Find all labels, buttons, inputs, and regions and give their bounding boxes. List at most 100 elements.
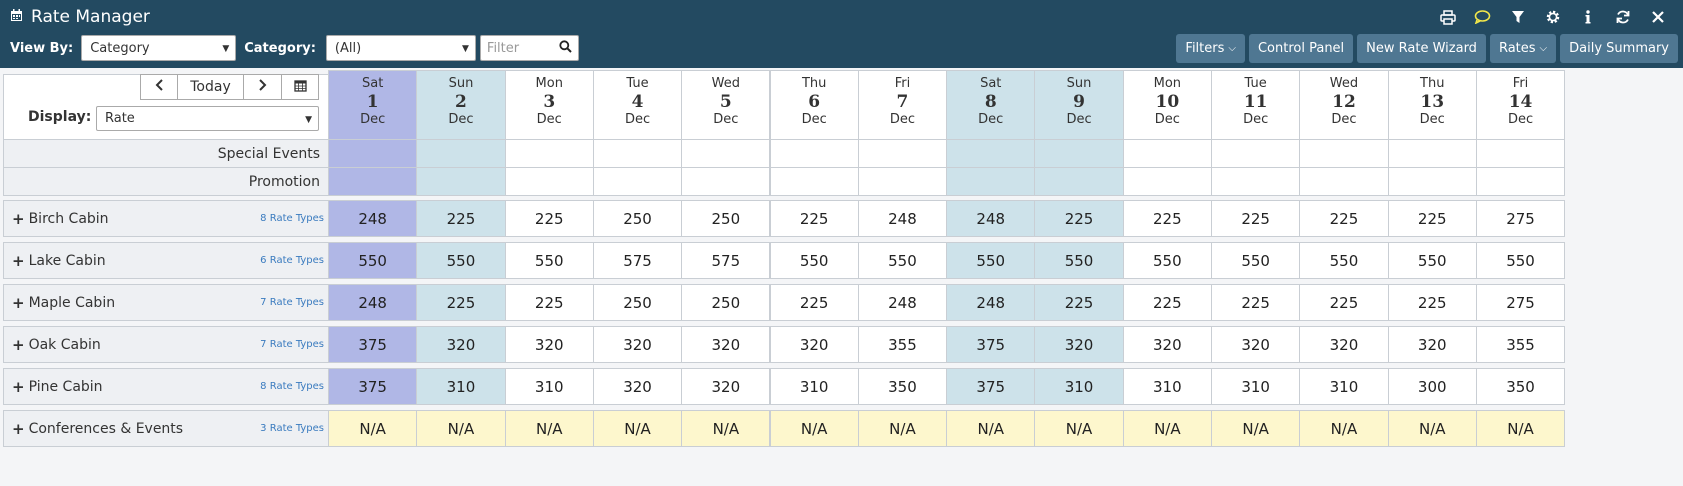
rate-cell[interactable]: 320	[1299, 326, 1389, 363]
rate-cell[interactable]: 375	[946, 326, 1036, 363]
rate-cell[interactable]: 320	[1034, 326, 1124, 363]
event-cell[interactable]	[1034, 167, 1124, 196]
filter-icon[interactable]	[1500, 5, 1535, 29]
expand-plus-icon[interactable]: +	[12, 210, 25, 228]
expand-plus-icon[interactable]: +	[12, 336, 25, 354]
rate-cell[interactable]: 310	[1034, 368, 1124, 405]
rate-cell[interactable]: 225	[504, 284, 594, 321]
rate-cell[interactable]: 550	[1034, 242, 1124, 279]
rate-cell[interactable]: 225	[1211, 200, 1301, 237]
expand-plus-icon[interactable]: +	[12, 420, 25, 438]
event-cell[interactable]	[681, 167, 771, 196]
day-header[interactable]: Thu 13 Dec	[1387, 70, 1477, 141]
rate-cell[interactable]: 225	[1299, 200, 1389, 237]
event-cell[interactable]	[504, 167, 594, 196]
rate-cell[interactable]: N/A	[857, 410, 948, 447]
rate-cell[interactable]: 550	[504, 242, 594, 279]
event-cell[interactable]	[1475, 139, 1566, 168]
event-cell[interactable]	[1387, 139, 1477, 168]
prev-button[interactable]	[140, 74, 178, 100]
rate-cell[interactable]: 250	[592, 200, 683, 237]
event-cell[interactable]	[1122, 167, 1212, 196]
rate-cell[interactable]: N/A	[592, 410, 683, 447]
rate-types-link[interactable]: 3 Rate Types	[260, 423, 324, 434]
event-cell[interactable]	[416, 167, 506, 196]
search-icon[interactable]	[559, 39, 572, 57]
rate-cell[interactable]: N/A	[504, 410, 594, 447]
day-header[interactable]: Tue 4 Dec	[592, 70, 683, 141]
rate-cell[interactable]: 248	[857, 200, 948, 237]
gear-icon[interactable]	[1535, 5, 1570, 29]
rate-cell[interactable]: 225	[1122, 284, 1212, 321]
event-cell[interactable]	[1299, 139, 1389, 168]
rate-cell[interactable]: N/A	[1211, 410, 1301, 447]
rate-cell[interactable]: 550	[946, 242, 1036, 279]
rate-row-label[interactable]: + Oak Cabin 7 Rate Types	[3, 326, 329, 363]
day-header[interactable]: Mon 3 Dec	[504, 70, 594, 141]
rate-cell[interactable]: 320	[504, 326, 594, 363]
date-picker-button[interactable]	[281, 74, 319, 100]
rate-cell[interactable]: 310	[1299, 368, 1389, 405]
rate-cell[interactable]: 225	[769, 284, 859, 321]
rates-button[interactable]: Rates ⌵	[1489, 34, 1557, 63]
rate-cell[interactable]: 310	[1211, 368, 1301, 405]
rate-cell[interactable]: 225	[1122, 200, 1212, 237]
rate-cell[interactable]: 575	[681, 242, 771, 279]
rate-types-link[interactable]: 8 Rate Types	[260, 213, 324, 224]
rate-cell[interactable]: 375	[328, 326, 418, 363]
rate-cell[interactable]: 248	[328, 200, 418, 237]
next-button[interactable]	[243, 74, 282, 100]
rate-cell[interactable]: 275	[1475, 284, 1566, 321]
chat-icon[interactable]	[1465, 5, 1500, 29]
display-select[interactable]: Rate ▼	[96, 106, 319, 131]
day-header[interactable]: Thu 6 Dec	[769, 70, 859, 141]
rate-cell[interactable]: 550	[857, 242, 948, 279]
rate-cell[interactable]: 320	[1122, 326, 1212, 363]
rate-types-link[interactable]: 7 Rate Types	[260, 339, 324, 350]
rate-cell[interactable]: 225	[769, 200, 859, 237]
rate-cell[interactable]: 355	[1475, 326, 1566, 363]
event-cell[interactable]	[1211, 167, 1301, 196]
view-by-select[interactable]: Category ▼	[81, 35, 237, 61]
rate-row-label[interactable]: + Birch Cabin 8 Rate Types	[3, 200, 329, 237]
rate-cell[interactable]: 550	[1475, 242, 1566, 279]
rate-cell[interactable]: N/A	[1475, 410, 1566, 447]
rate-cell[interactable]: N/A	[769, 410, 859, 447]
day-header[interactable]: Wed 5 Dec	[681, 70, 771, 141]
rate-cell[interactable]: 225	[1211, 284, 1301, 321]
rate-cell[interactable]: 310	[769, 368, 859, 405]
day-header[interactable]: Wed 12 Dec	[1299, 70, 1389, 141]
event-cell[interactable]	[1475, 167, 1566, 196]
rate-cell[interactable]: 225	[504, 200, 594, 237]
rate-cell[interactable]: 550	[1211, 242, 1301, 279]
rate-cell[interactable]: 248	[857, 284, 948, 321]
rate-cell[interactable]: 350	[857, 368, 948, 405]
info-icon[interactable]	[1570, 5, 1605, 29]
event-cell[interactable]	[857, 167, 948, 196]
rate-cell[interactable]: N/A	[1387, 410, 1477, 447]
rate-row-label[interactable]: + Maple Cabin 7 Rate Types	[3, 284, 329, 321]
rate-row-label[interactable]: + Lake Cabin 6 Rate Types	[3, 242, 329, 279]
rate-cell[interactable]: 225	[1034, 284, 1124, 321]
expand-plus-icon[interactable]: +	[12, 378, 25, 396]
print-icon[interactable]	[1430, 5, 1465, 29]
rate-cell[interactable]: 550	[769, 242, 859, 279]
rate-cell[interactable]: 248	[328, 284, 418, 321]
event-cell[interactable]	[857, 139, 948, 168]
filter-input[interactable]: Filter	[479, 35, 579, 61]
category-select[interactable]: (All) ▼	[325, 35, 476, 61]
rate-cell[interactable]: 225	[416, 200, 506, 237]
event-cell[interactable]	[769, 139, 859, 168]
rate-cell[interactable]: 355	[857, 326, 948, 363]
day-header[interactable]: Tue 11 Dec	[1211, 70, 1301, 141]
day-header[interactable]: Sat 8 Dec	[946, 70, 1036, 141]
event-cell[interactable]	[681, 139, 771, 168]
today-button[interactable]: Today	[177, 74, 244, 100]
rate-cell[interactable]: 310	[1122, 368, 1212, 405]
rate-cell[interactable]: N/A	[1122, 410, 1212, 447]
rate-cell[interactable]: 310	[416, 368, 506, 405]
event-cell[interactable]	[769, 167, 859, 196]
event-cell[interactable]	[592, 139, 683, 168]
rate-cell[interactable]: 248	[946, 284, 1036, 321]
event-cell[interactable]	[1034, 139, 1124, 168]
